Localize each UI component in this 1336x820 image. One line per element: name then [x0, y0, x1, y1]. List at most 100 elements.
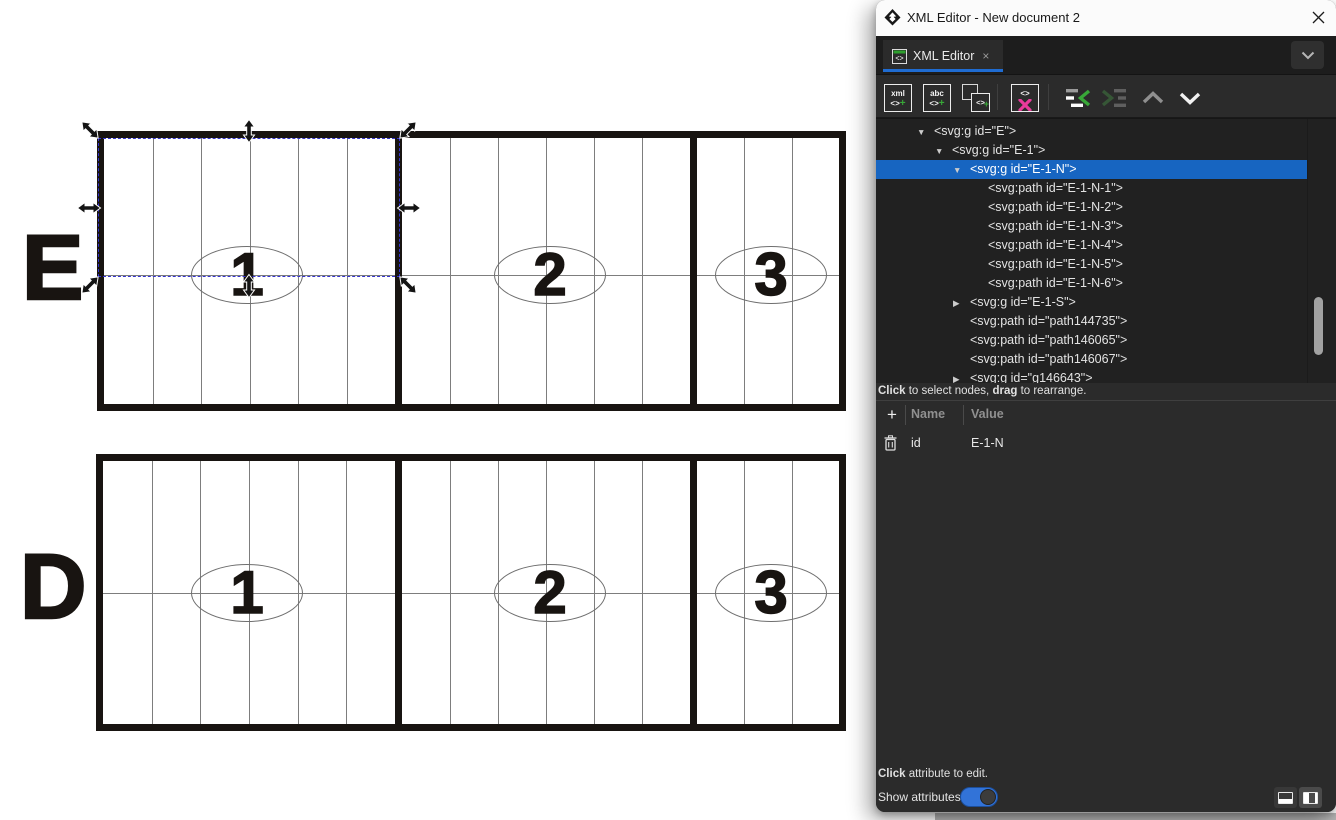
- attribute-row[interactable]: id E-1-N: [876, 433, 1336, 456]
- xml-tree: ▼<svg:g id="E">▼<svg:g id="E-1">▼<svg:g …: [876, 118, 1336, 383]
- tree-node[interactable]: <svg:path id="E-1-N-5">: [876, 255, 1307, 274]
- chevron-down-icon: [1301, 51, 1315, 60]
- indent-icon: [1101, 87, 1127, 109]
- toolbar-separator: [997, 84, 998, 110]
- duplicate-node-button[interactable]: <>+: [961, 83, 991, 113]
- tree-node-label: <svg:g id="g146643">: [970, 371, 1093, 383]
- inkscape-logo-icon: [884, 9, 901, 26]
- attributes-header: + Name Value: [876, 401, 1336, 429]
- xml-editor-tab-icon: <>: [892, 49, 907, 64]
- chevron-up-icon: [1141, 89, 1165, 107]
- unindent-icon: [1065, 87, 1091, 109]
- xml-tree-list: ▼<svg:g id="E">▼<svg:g id="E-1">▼<svg:g …: [876, 122, 1307, 383]
- tree-node[interactable]: <svg:path id="E-1-N-2">: [876, 198, 1307, 217]
- tab-label: XML Editor: [913, 49, 974, 63]
- move-node-down-button[interactable]: [1175, 85, 1205, 111]
- attributes-rows: id E-1-N: [876, 433, 1336, 456]
- value-column-header: Value: [971, 407, 1004, 421]
- new-element-node-button[interactable]: xml <>+: [884, 84, 912, 112]
- expander-right-icon[interactable]: ▶: [953, 294, 970, 313]
- selection-handle[interactable]: [77, 201, 102, 214]
- section-divider[interactable]: [690, 454, 697, 731]
- section-number[interactable]: 3: [754, 245, 787, 305]
- section-number[interactable]: 3: [754, 563, 787, 623]
- new-text-node-button[interactable]: abc <>+: [923, 84, 951, 112]
- tree-node[interactable]: <svg:path id="path144735">: [876, 312, 1307, 331]
- tree-node[interactable]: ▶<svg:g id="E-1-S">: [876, 293, 1307, 312]
- plus-icon: +: [939, 98, 945, 109]
- indent-node-button[interactable]: [1099, 85, 1129, 111]
- selection-handle[interactable]: [243, 119, 256, 144]
- tab-xml-editor[interactable]: <> XML Editor ×: [883, 40, 1003, 72]
- section-ellipse[interactable]: 2: [494, 564, 606, 622]
- row-label-E[interactable]: E: [22, 222, 83, 314]
- tree-node[interactable]: ▼<svg:g id="E-1-N">: [876, 160, 1307, 179]
- unindent-node-button[interactable]: [1063, 85, 1093, 111]
- section-ellipse[interactable]: 3: [715, 246, 827, 304]
- front-square-icon: <>+: [971, 93, 990, 112]
- tree-node-label: <svg:g id="E-1-N">: [970, 162, 1077, 176]
- section-number[interactable]: 2: [533, 245, 566, 305]
- tab-close-icon[interactable]: ×: [982, 49, 989, 63]
- section-number[interactable]: 2: [533, 563, 566, 623]
- tree-node[interactable]: ▼<svg:g id="E-1">: [876, 141, 1307, 160]
- trash-icon: [884, 435, 897, 451]
- delete-attribute-button[interactable]: [884, 435, 897, 454]
- tree-node-label: <svg:g id="E">: [934, 124, 1016, 138]
- selection-handle[interactable]: [243, 274, 256, 299]
- tree-node-label: <svg:path id="E-1-N-4">: [988, 238, 1123, 252]
- add-attribute-button[interactable]: +: [880, 403, 904, 426]
- dialog-titlebar[interactable]: XML Editor - New document 2: [876, 0, 1336, 36]
- section-number[interactable]: 1: [230, 563, 263, 623]
- layout-horizontal-button[interactable]: [1274, 787, 1297, 808]
- tree-node-label: <svg:g id="E-1">: [952, 143, 1045, 157]
- section-divider[interactable]: [690, 131, 697, 411]
- toggle-knob: [980, 789, 996, 805]
- section-ellipse[interactable]: 2: [494, 246, 606, 304]
- expander-right-icon[interactable]: ▶: [953, 370, 970, 383]
- tree-node[interactable]: <svg:path id="path146067">: [876, 350, 1307, 369]
- expander-down-icon[interactable]: ▼: [935, 142, 952, 161]
- tree-node[interactable]: <svg:path id="E-1-N-6">: [876, 274, 1307, 293]
- layout-vertical-button[interactable]: [1299, 787, 1322, 808]
- section-ellipse[interactable]: 3: [715, 564, 827, 622]
- hint-text: drag: [992, 385, 1017, 397]
- tree-node[interactable]: ▶<svg:g id="g146643">: [876, 369, 1307, 383]
- xml-editor-dialog: XML Editor - New document 2 <> XML Edito…: [876, 0, 1336, 812]
- toolbar-separator: [1048, 84, 1049, 110]
- hint-text: Click: [878, 385, 906, 397]
- window-edge-behind-dialog: [935, 813, 1336, 820]
- column-separator: [905, 405, 906, 425]
- delete-node-button[interactable]: <>: [1011, 84, 1039, 112]
- tree-node[interactable]: <svg:path id="E-1-N-4">: [876, 236, 1307, 255]
- expander-down-icon[interactable]: ▼: [953, 161, 970, 180]
- tree-hint: Click to select nodes, drag to rearrange…: [876, 383, 1336, 401]
- tree-node-label: <svg:path id="path144735">: [970, 314, 1127, 328]
- tree-scrollbar-thumb[interactable]: [1314, 297, 1323, 355]
- abc-glyph: abc: [924, 89, 950, 99]
- column-separator: [963, 405, 964, 425]
- tree-node[interactable]: ▼<svg:g id="E">: [876, 122, 1307, 141]
- horizontal-split-icon: [1278, 792, 1293, 804]
- show-attributes-toggle[interactable]: [960, 787, 998, 807]
- hint-text: Click: [878, 768, 906, 780]
- row-label-D[interactable]: D: [20, 541, 86, 633]
- attribute-name[interactable]: id: [911, 436, 921, 450]
- close-icon: [1312, 11, 1325, 24]
- section-divider[interactable]: [395, 454, 402, 731]
- element-glyph: <>+: [924, 99, 950, 109]
- vertical-split-icon: [1303, 792, 1318, 804]
- tree-node[interactable]: <svg:path id="path146065">: [876, 331, 1307, 350]
- plus-icon: +: [984, 96, 989, 113]
- selection-handle[interactable]: [397, 201, 422, 214]
- section-ellipse[interactable]: 1: [191, 564, 303, 622]
- tree-node[interactable]: <svg:path id="E-1-N-3">: [876, 217, 1307, 236]
- tree-scrollbar-track[interactable]: [1307, 119, 1335, 383]
- attribute-value[interactable]: E-1-N: [971, 436, 1004, 450]
- tree-node[interactable]: <svg:path id="E-1-N-1">: [876, 179, 1307, 198]
- dialog-close-button[interactable]: [1306, 9, 1330, 29]
- expander-down-icon[interactable]: ▼: [917, 123, 934, 142]
- chevron-down-icon: [1178, 89, 1202, 107]
- panel-menu-button[interactable]: [1291, 41, 1324, 69]
- move-node-up-button[interactable]: [1138, 85, 1168, 111]
